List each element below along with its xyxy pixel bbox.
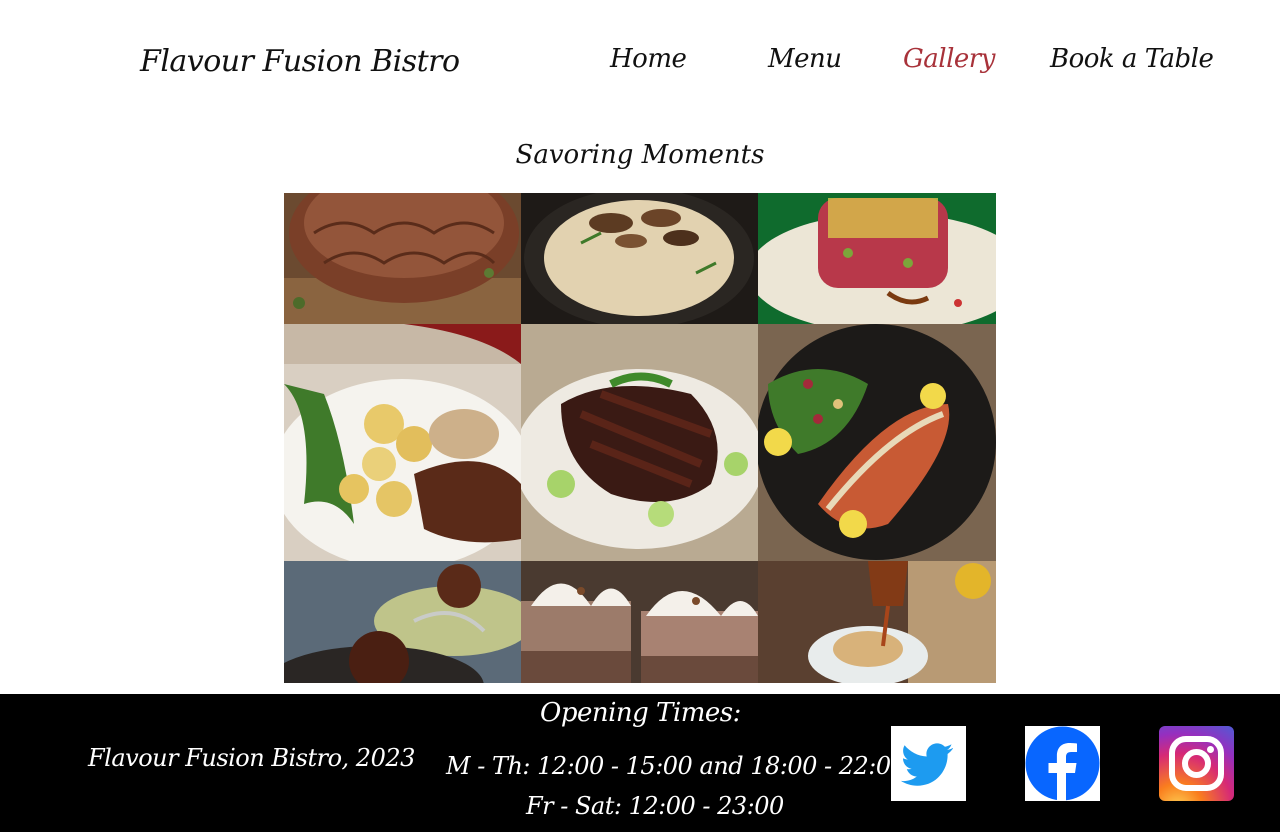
fish-fillet-salad-photo[interactable] <box>758 324 996 561</box>
opening-times-title: Opening Times: <box>540 698 741 728</box>
steak-potatoes-photo[interactable] <box>284 324 521 561</box>
syrup-dessert-photo[interactable] <box>758 561 996 683</box>
chocolate-mousse-cups-photo[interactable] <box>521 561 758 683</box>
clay-bowl-photo[interactable] <box>284 193 521 324</box>
opening-times-weekday: M - Th: 12:00 - 15:00 and 18:00 - 22:00 <box>446 752 906 780</box>
facebook-link[interactable] <box>1025 726 1100 801</box>
brand-logo-text[interactable]: Flavour Fusion Bistro <box>140 44 460 79</box>
instagram-link[interactable] <box>1159 726 1234 801</box>
footer-copyright: Flavour Fusion Bistro, 2023 <box>88 744 415 772</box>
nav-home[interactable]: Home <box>610 44 687 74</box>
mushroom-risotto-photo[interactable] <box>521 193 758 324</box>
glazed-ribs-photo[interactable] <box>521 324 758 561</box>
footer: Flavour Fusion Bistro, 2023 Opening Time… <box>0 694 1280 832</box>
twitter-icon <box>900 743 953 786</box>
tuna-tartare-photo[interactable] <box>758 193 996 324</box>
nav-book-a-table[interactable]: Book a Table <box>1050 44 1214 74</box>
facebook-icon <box>1025 726 1100 801</box>
opening-times-weekend: Fr - Sat: 12:00 - 23:00 <box>526 792 784 820</box>
photo-gallery-grid <box>284 193 996 683</box>
chocolate-lava-cake-photo[interactable] <box>284 561 521 683</box>
twitter-link[interactable] <box>891 726 966 801</box>
gallery-title: Savoring Moments <box>515 140 765 170</box>
nav-menu[interactable]: Menu <box>768 44 842 74</box>
instagram-icon <box>1169 736 1224 791</box>
nav-gallery[interactable]: Gallery <box>903 44 995 74</box>
